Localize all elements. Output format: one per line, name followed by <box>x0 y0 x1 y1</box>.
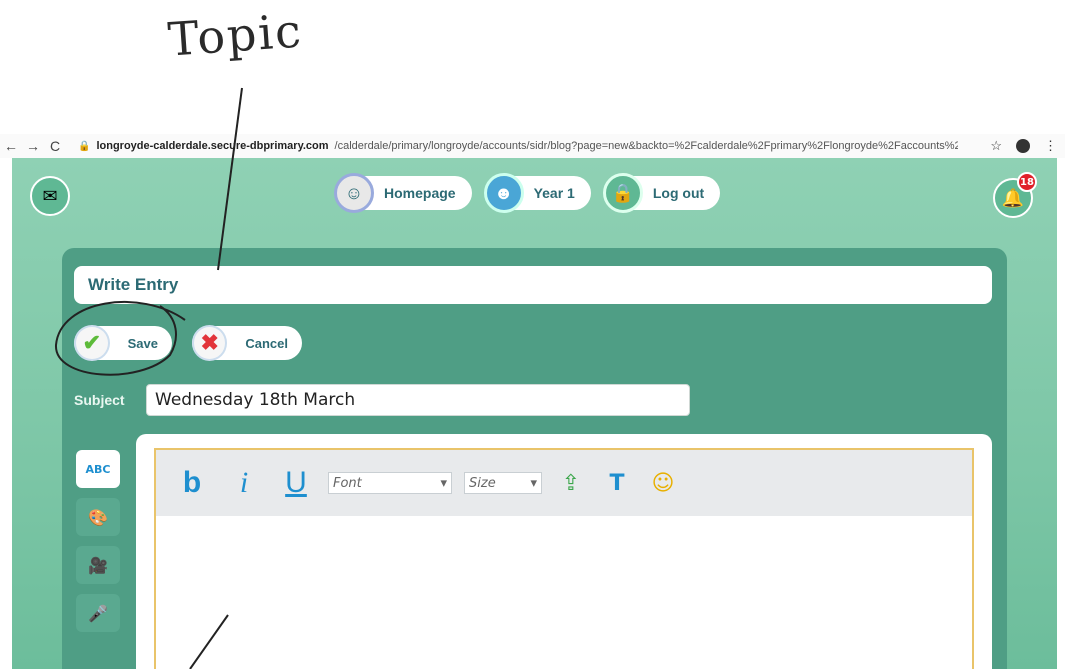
font-select[interactable]: Font ▾ <box>328 472 452 494</box>
smiley-face-icon: ☺ <box>334 173 374 213</box>
homepage-label: Homepage <box>384 185 456 201</box>
underline-button[interactable]: U <box>276 463 316 503</box>
padlock-icon: 🔒 <box>602 173 643 213</box>
cross-icon: ✖ <box>192 325 228 361</box>
microphone-icon[interactable]: 🎤 <box>76 594 120 632</box>
lock-icon: 🔒 <box>78 140 91 152</box>
emoji-icon[interactable]: ☺ <box>646 466 680 500</box>
year-1-button[interactable]: ☻ Year 1 <box>483 173 591 213</box>
forward-button[interactable]: → <box>22 138 44 154</box>
url-path: /calderdale/primary/longroyde/accounts/s… <box>334 140 958 152</box>
browser-menu-icon[interactable]: ⋮ <box>1044 138 1057 154</box>
size-select[interactable]: Size ▾ <box>464 472 542 494</box>
group-icon: ☻ <box>483 173 524 213</box>
paint-palette-icon[interactable]: 🎨 <box>76 498 120 536</box>
rich-text-editor: b i U Font ▾ Size ▾ ⇪ T ☺ <box>154 448 974 669</box>
handwritten-topic-annotation: Topic <box>166 3 305 67</box>
font-select-value: Font <box>333 475 362 491</box>
notification-count-badge: 18 <box>1017 172 1037 192</box>
editor-content-area[interactable] <box>156 516 972 669</box>
text-tool-abc-button[interactable]: ABC <box>76 450 120 488</box>
text-color-icon[interactable]: T <box>600 466 634 500</box>
dropdown-arrow-icon: ▾ <box>530 475 537 491</box>
editor-toolbar: b i U Font ▾ Size ▾ ⇪ T ☺ <box>156 450 972 516</box>
browser-toolbar: ← → C 🔒 longroyde-calderdale.secure-dbpr… <box>0 134 1065 158</box>
size-select-value: Size <box>469 475 496 491</box>
video-camera-icon[interactable]: 🎥 <box>76 546 120 584</box>
cancel-button[interactable]: ✖ Cancel <box>192 325 302 361</box>
editor-frame: b i U Font ▾ Size ▾ ⇪ T ☺ <box>136 434 992 669</box>
profile-icon[interactable] <box>1016 139 1030 153</box>
top-navigation: ☺ Homepage ☻ Year 1 🔒 Log out <box>334 173 721 213</box>
dropdown-arrow-icon: ▾ <box>440 475 447 491</box>
subject-label: Subject <box>74 392 125 408</box>
url-domain: longroyde-calderdale.secure-dbprimary.co… <box>96 140 329 152</box>
homepage-button[interactable]: ☺ Homepage <box>334 173 472 213</box>
notification-bell-icon[interactable]: 🔔 18 <box>993 172 1037 218</box>
insert-image-icon[interactable]: ⇪ <box>554 466 588 500</box>
app-area: ✉ ☺ Homepage ☻ Year 1 🔒 Log out 🔔 18 Wri… <box>12 158 1057 669</box>
save-button[interactable]: ✔ Save <box>74 325 172 361</box>
logout-label: Log out <box>652 185 705 201</box>
address-bar[interactable]: 🔒 longroyde-calderdale.secure-dbprimary.… <box>78 140 958 152</box>
bookmark-star-icon[interactable]: ☆ <box>990 138 1002 154</box>
log-out-button[interactable]: 🔒 Log out <box>602 173 721 213</box>
save-label: Save <box>127 335 158 351</box>
year-label: Year 1 <box>533 185 575 201</box>
subject-field[interactable]: Wednesday 18th March <box>146 384 690 416</box>
italic-button[interactable]: i <box>224 463 264 503</box>
back-button[interactable]: ← <box>0 138 22 154</box>
bold-button[interactable]: b <box>172 463 212 503</box>
page-title: Write Entry <box>74 266 992 304</box>
reload-button[interactable]: C <box>44 138 66 154</box>
write-entry-panel: Write Entry ✔ Save ✖ Cancel Subject Wedn… <box>62 248 1007 669</box>
cancel-label: Cancel <box>245 335 288 351</box>
media-tools: ABC 🎨 🎥 🎤 <box>76 450 120 632</box>
notes-icon[interactable]: ✉ <box>30 176 70 216</box>
checkmark-icon: ✔ <box>74 325 110 361</box>
